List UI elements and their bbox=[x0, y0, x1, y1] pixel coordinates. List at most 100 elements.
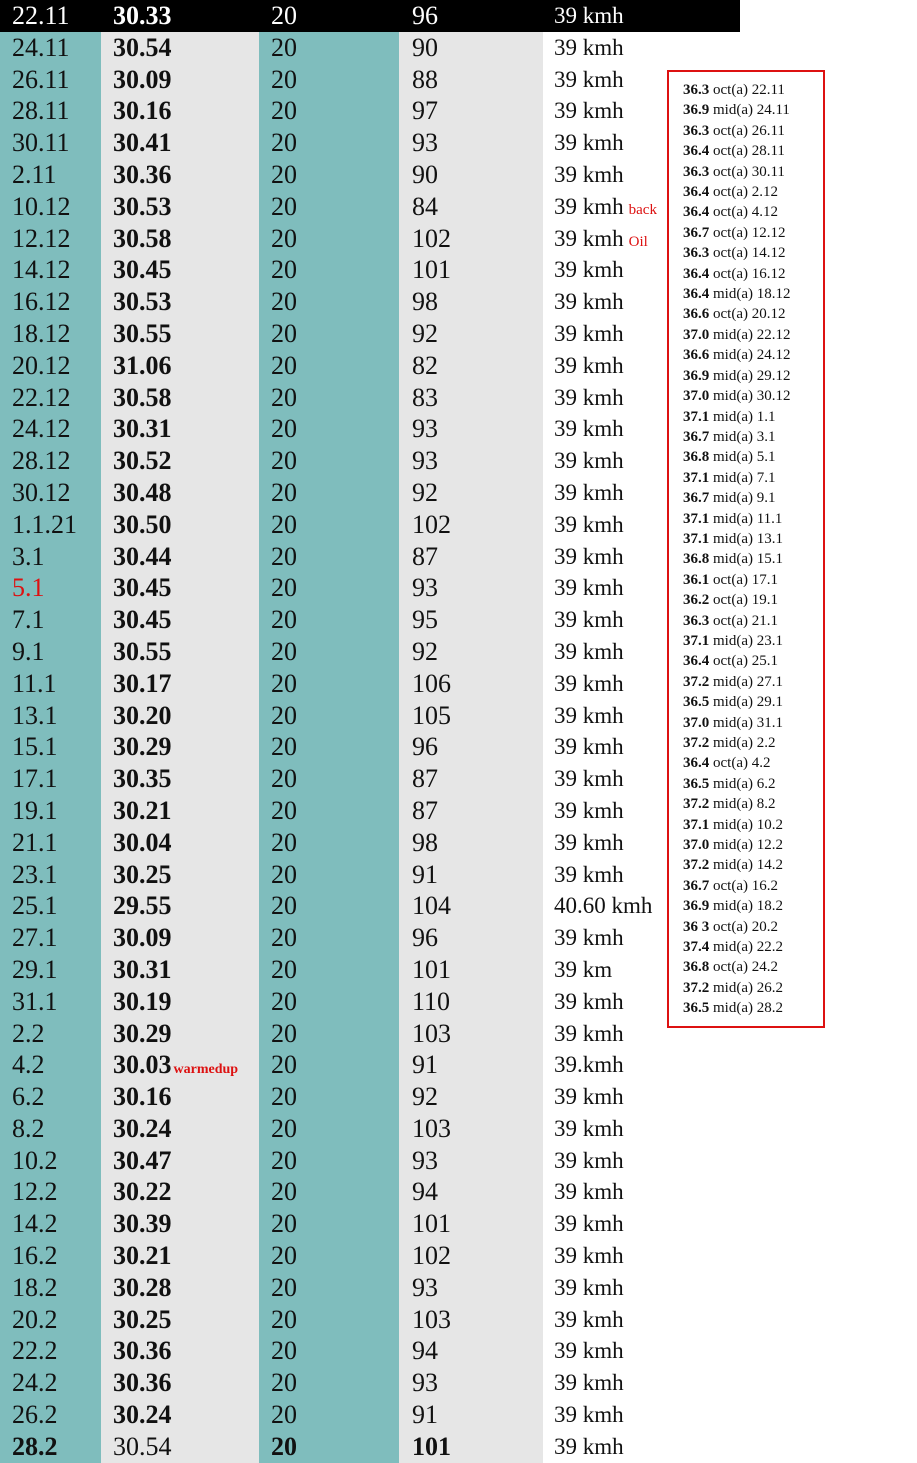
value-cell: 93 bbox=[412, 446, 438, 476]
speed-cell: 39 kmh bbox=[554, 922, 624, 954]
temperature-entry: 36.3 oct(a) 30.11 bbox=[683, 162, 823, 182]
date-cell: 11.1 bbox=[12, 668, 57, 698]
time-cell: 30.35 bbox=[113, 763, 172, 795]
temperature-entry: 36.5 mid(a) 28.2 bbox=[683, 998, 823, 1018]
temperature-label: mid(a) 29.1 bbox=[713, 694, 783, 711]
time-cell: 30.09 bbox=[113, 922, 172, 954]
date-cell: 20.12 bbox=[12, 350, 71, 380]
temperature-label: oct(a) 19.1 bbox=[713, 592, 778, 609]
time-value: 30.19 bbox=[113, 986, 172, 1016]
speed-value: 39 kmh bbox=[554, 925, 624, 951]
value-cell: 96 bbox=[412, 1, 438, 30]
speed-value: 39 kmh bbox=[554, 1084, 624, 1110]
time-cell: 30.20 bbox=[113, 700, 172, 732]
temperature-label: oct(a) 16.2 bbox=[713, 877, 778, 894]
time-value: 30.36 bbox=[113, 1336, 172, 1366]
temperature-value: 36.3 bbox=[683, 163, 710, 180]
speed-cell: 39 kmh bbox=[554, 382, 624, 414]
temperature-entry: 36.9 mid(a) 29.12 bbox=[683, 366, 823, 386]
date-cell: 25.1 bbox=[12, 891, 58, 921]
temperature-value: 36.8 bbox=[683, 449, 710, 466]
speed-cell: 39 kmh bbox=[554, 1018, 624, 1050]
value-cell: 93 bbox=[412, 573, 438, 603]
count-cell: 20 bbox=[271, 509, 297, 539]
speed-cell: 39 kmh bbox=[554, 763, 624, 795]
time-value: 30.55 bbox=[113, 636, 172, 666]
time-value: 30.53 bbox=[113, 287, 172, 317]
temperature-value: 36.8 bbox=[683, 551, 710, 568]
table-row: 2.2 30.29 20 103 39 kmh bbox=[0, 1017, 740, 1050]
temperature-value: 36.3 bbox=[683, 612, 710, 629]
temperature-value: 36.3 bbox=[683, 122, 710, 139]
speed-value: 39 kmh bbox=[554, 3, 624, 28]
table-row: 24.2 30.36 20 93 39 kmh bbox=[0, 1367, 740, 1400]
time-value: 31.06 bbox=[113, 350, 172, 380]
temperature-label: mid(a) 27.1 bbox=[713, 673, 783, 690]
table-row: 4.2 30.03 warmedup 20 91 39.kmh bbox=[0, 1049, 740, 1082]
count-cell: 20 bbox=[271, 477, 297, 507]
time-cell: 30.39 bbox=[113, 1208, 172, 1240]
temperature-entry: 36.8 mid(a) 5.1 bbox=[683, 447, 823, 467]
speed-value: 39 kmh bbox=[554, 1370, 624, 1396]
speed-cell: 39 kmh bbox=[554, 1272, 624, 1304]
value-cell: 90 bbox=[412, 159, 438, 189]
temperature-label: mid(a) 31.1 bbox=[713, 714, 783, 731]
count-cell: 20 bbox=[271, 700, 297, 730]
date-cell: 8.2 bbox=[12, 1113, 45, 1143]
table-row: 8.2 30.24 20 103 39 kmh bbox=[0, 1112, 740, 1145]
temperature-value: 36.9 bbox=[683, 367, 710, 384]
temperature-label: mid(a) 11.1 bbox=[713, 510, 783, 527]
temperature-entry: 37.0 mid(a) 30.12 bbox=[683, 386, 823, 406]
speed-cell: 39 kmh bbox=[554, 1145, 624, 1177]
temperature-label: oct(a) 26.11 bbox=[713, 122, 785, 139]
speed-cell: 39 kmh bbox=[554, 859, 624, 891]
temperature-label: mid(a) 26.2 bbox=[713, 979, 783, 996]
speed-cell: 39 kmh bbox=[554, 64, 624, 96]
time-value: 30.25 bbox=[113, 859, 172, 889]
time-value: 30.28 bbox=[113, 1272, 172, 1302]
temperature-value: 37.1 bbox=[683, 816, 710, 833]
count-cell: 20 bbox=[271, 382, 297, 412]
temperature-value: 36.5 bbox=[683, 775, 710, 792]
time-value: 30.39 bbox=[113, 1209, 172, 1239]
speed-value: 39 kmh bbox=[554, 320, 624, 346]
value-cell: 94 bbox=[412, 1177, 438, 1207]
time-value: 30.25 bbox=[113, 1304, 172, 1334]
table-row: 13.1 30.20 20 105 39 kmh bbox=[0, 699, 740, 732]
table-row: 20.12 31.06 20 82 39 kmh bbox=[0, 349, 740, 382]
count-cell: 20 bbox=[271, 128, 297, 158]
count-cell: 20 bbox=[271, 255, 297, 285]
time-value: 30.54 bbox=[113, 32, 172, 62]
temperature-value: 36.4 bbox=[683, 143, 710, 160]
count-cell: 20 bbox=[271, 859, 297, 889]
time-cell: 30.29 bbox=[113, 1018, 172, 1050]
speed-value: 39 kmh bbox=[554, 352, 624, 378]
speed-value: 39 kmh bbox=[554, 225, 624, 251]
date-cell: 27.1 bbox=[12, 923, 58, 953]
table-row: 3.1 30.44 20 87 39 kmh bbox=[0, 540, 740, 573]
count-cell: 20 bbox=[271, 923, 297, 953]
speed-cell: 39 kmh bbox=[554, 827, 624, 859]
table-row: 28.2 30.54 20 101 39 kmh bbox=[0, 1430, 740, 1463]
value-cell: 98 bbox=[412, 287, 438, 317]
time-cell: 30.33 bbox=[113, 0, 172, 32]
speed-value: 39 kmh bbox=[554, 1243, 624, 1269]
time-value: 30.48 bbox=[113, 477, 172, 507]
value-cell: 82 bbox=[412, 350, 438, 380]
date-cell: 22.11 bbox=[12, 1, 70, 30]
speed-value: 39 kmh bbox=[554, 416, 624, 442]
temperature-label: oct(a) 30.11 bbox=[713, 163, 785, 180]
temperature-value: 36.4 bbox=[683, 265, 710, 282]
count-cell: 20 bbox=[271, 287, 297, 317]
value-cell: 106 bbox=[412, 668, 451, 698]
table-row: 20.2 30.25 20 103 39 kmh bbox=[0, 1303, 740, 1336]
date-cell: 1.1.21 bbox=[12, 509, 77, 539]
table-row: 10.2 30.47 20 93 39 kmh bbox=[0, 1144, 740, 1177]
date-cell: 12.12 bbox=[12, 223, 71, 253]
time-cell: 30.16 bbox=[113, 95, 172, 127]
temperature-label: mid(a) 30.12 bbox=[713, 388, 791, 405]
time-value: 30.22 bbox=[113, 1177, 172, 1207]
date-cell: 28.11 bbox=[12, 96, 70, 126]
temperature-value: 36.7 bbox=[683, 224, 710, 241]
value-cell: 93 bbox=[412, 128, 438, 158]
